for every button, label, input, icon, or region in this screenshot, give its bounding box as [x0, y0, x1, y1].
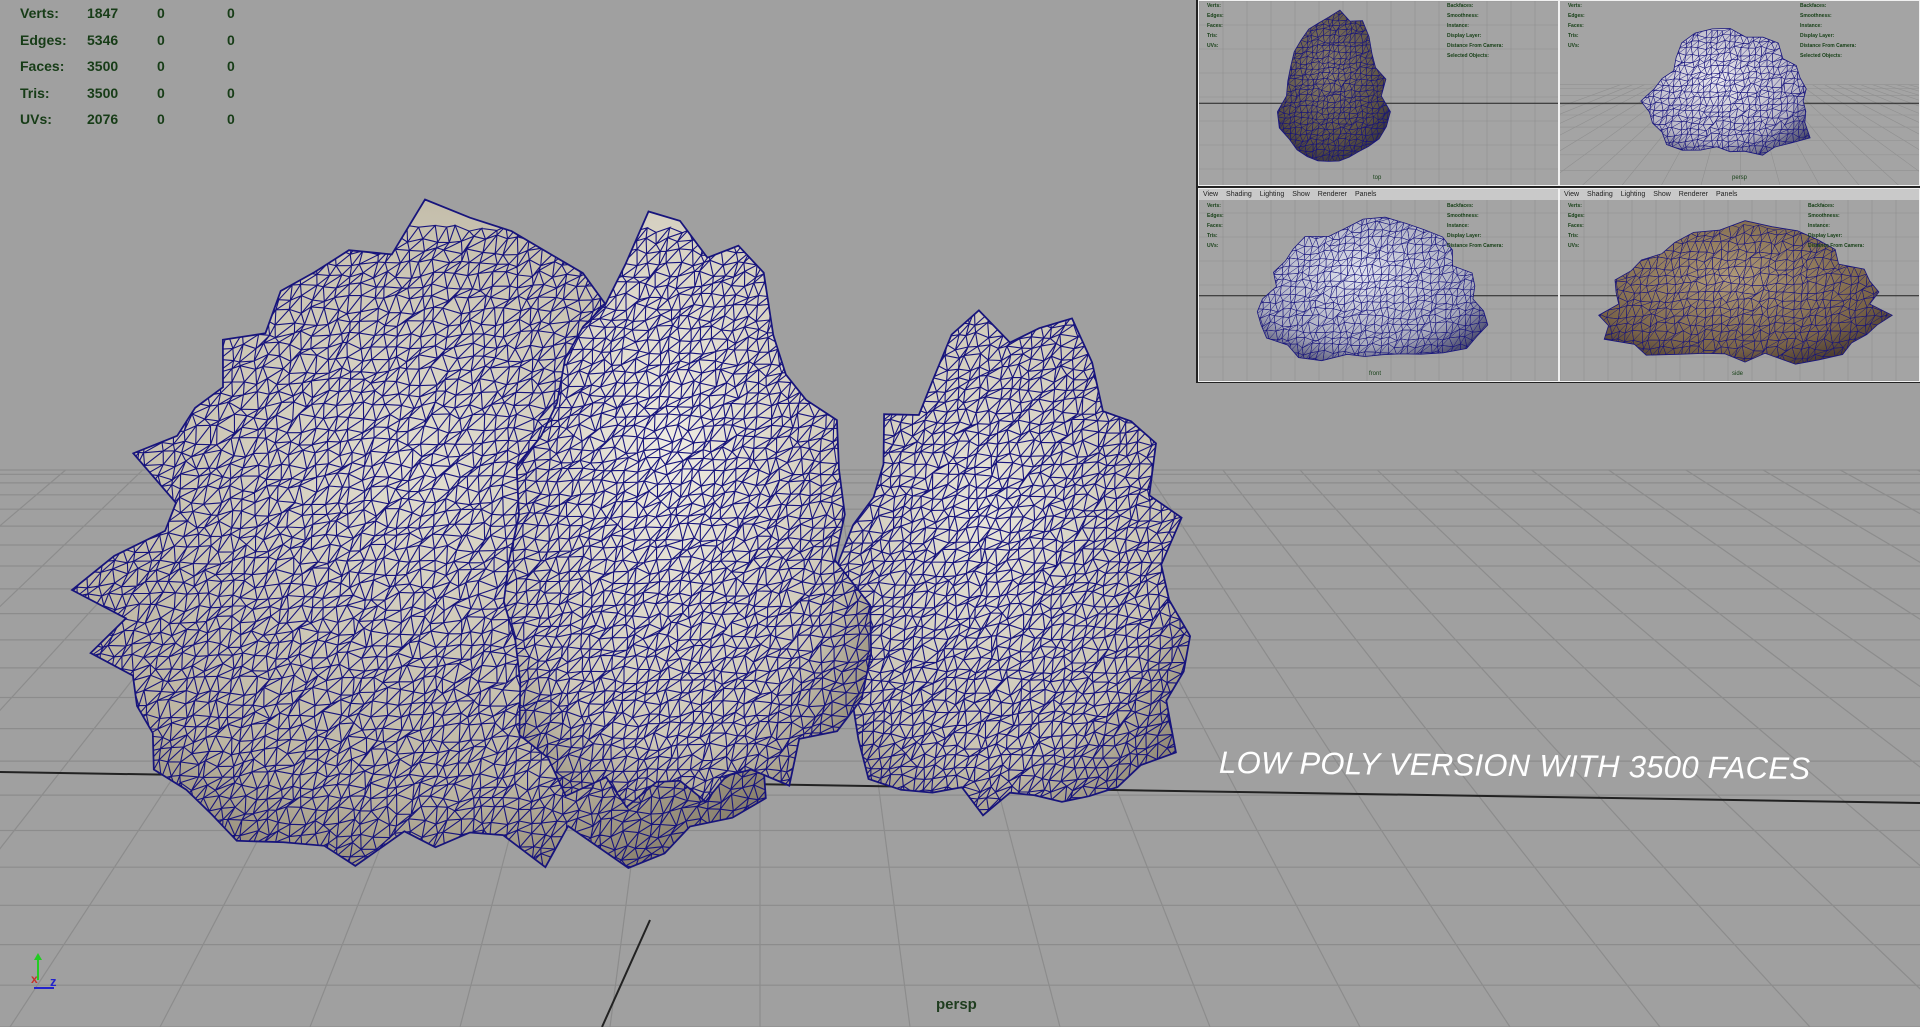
- mini-right-stats: Backfaces: Smoothness: Instance: Display…: [1800, 3, 1857, 59]
- menu-show[interactable]: Show: [1653, 191, 1671, 198]
- quad-view-panels: Verts: Edges: Faces: Tris: UVs: Backface…: [1196, 0, 1920, 383]
- mini-view-top: [1199, 1, 1558, 185]
- mini-view-persp: [1560, 27, 1919, 185]
- mini-view-front: [1199, 189, 1558, 381]
- menu-panels[interactable]: Panels: [1716, 191, 1737, 198]
- mini-stats: Verts: Edges: Faces: Tris: UVs:: [1207, 3, 1224, 49]
- mini-menu-bar: View Shading Lighting Show Renderer Panels: [1199, 189, 1558, 200]
- mini-camera-label: front: [1369, 371, 1382, 377]
- menu-renderer[interactable]: Renderer: [1318, 191, 1347, 198]
- mini-camera-label: persp: [1732, 175, 1748, 181]
- rock-mesh[interactable]: [48, 198, 1217, 958]
- hud-row-edges: Edges: 5346 0 0: [20, 31, 235, 48]
- mini-panel-front[interactable]: View Shading Lighting Show Renderer Panels Ve…: [1198, 188, 1559, 382]
- poly-count-hud: Verts: 1847 0 0 Edges: 5346 0 0 Faces: 3…: [20, 0, 267, 133]
- mini-rock-top: [1276, 9, 1391, 162]
- menu-shading[interactable]: Shading: [1226, 191, 1252, 198]
- menu-panels[interactable]: Panels: [1355, 191, 1376, 198]
- menu-lighting[interactable]: Lighting: [1260, 191, 1285, 198]
- axis-x-label: x: [31, 972, 38, 986]
- axis-z-label: z: [50, 974, 57, 989]
- menu-lighting[interactable]: Lighting: [1621, 191, 1646, 198]
- camera-label: persp: [936, 996, 977, 1013]
- mini-right-stats: Backfaces: Smoothness: Instance: Display…: [1808, 203, 1865, 249]
- menu-view[interactable]: View: [1203, 191, 1218, 198]
- mini-panel-top[interactable]: Verts: Edges: Faces: Tris: UVs: Backface…: [1198, 0, 1559, 186]
- hud-row-tris: Tris: 3500 0 0: [20, 84, 235, 101]
- mini-menu-bar: View Shading Lighting Show Renderer Panels: [1560, 189, 1919, 200]
- menu-view[interactable]: View: [1564, 191, 1579, 198]
- hud-row-verts: Verts: 1847 0 0: [20, 5, 235, 22]
- mini-right-stats: Backfaces: Smoothness: Instance: Display…: [1447, 3, 1504, 59]
- caption-text: LOW POLY VERSION WITH 3500 FACES: [1218, 744, 1811, 787]
- axis-indicator: x z: [28, 952, 68, 992]
- hud-row-faces: Faces: 3500 0 0: [20, 58, 235, 75]
- menu-shading[interactable]: Shading: [1587, 191, 1613, 198]
- mini-stats: Verts: Edges: Faces: Tris: UVs:: [1568, 3, 1585, 49]
- mini-camera-label: top: [1373, 175, 1382, 181]
- mini-camera-label: side: [1732, 371, 1744, 377]
- hud-row-uvs: UVs: 2076 0 0: [20, 111, 235, 128]
- mini-panel-persp[interactable]: Verts: Edges: Faces: Tris: UVs: Backface…: [1559, 0, 1920, 186]
- mini-view-side: [1560, 189, 1919, 381]
- mini-right-stats: Backfaces: Smoothness: Instance: Display…: [1447, 203, 1504, 249]
- menu-show[interactable]: Show: [1292, 191, 1310, 198]
- mini-panel-side[interactable]: View Shading Lighting Show Renderer Panels Ve…: [1559, 188, 1920, 382]
- mini-rock-persp: [1640, 27, 1811, 156]
- mini-stats: Verts: Edges: Faces: Tris: UVs:: [1568, 203, 1585, 249]
- menu-renderer[interactable]: Renderer: [1679, 191, 1708, 198]
- mini-stats: Verts: Edges: Faces: Tris: UVs:: [1207, 203, 1224, 249]
- ground-axis-z: [601, 919, 651, 1027]
